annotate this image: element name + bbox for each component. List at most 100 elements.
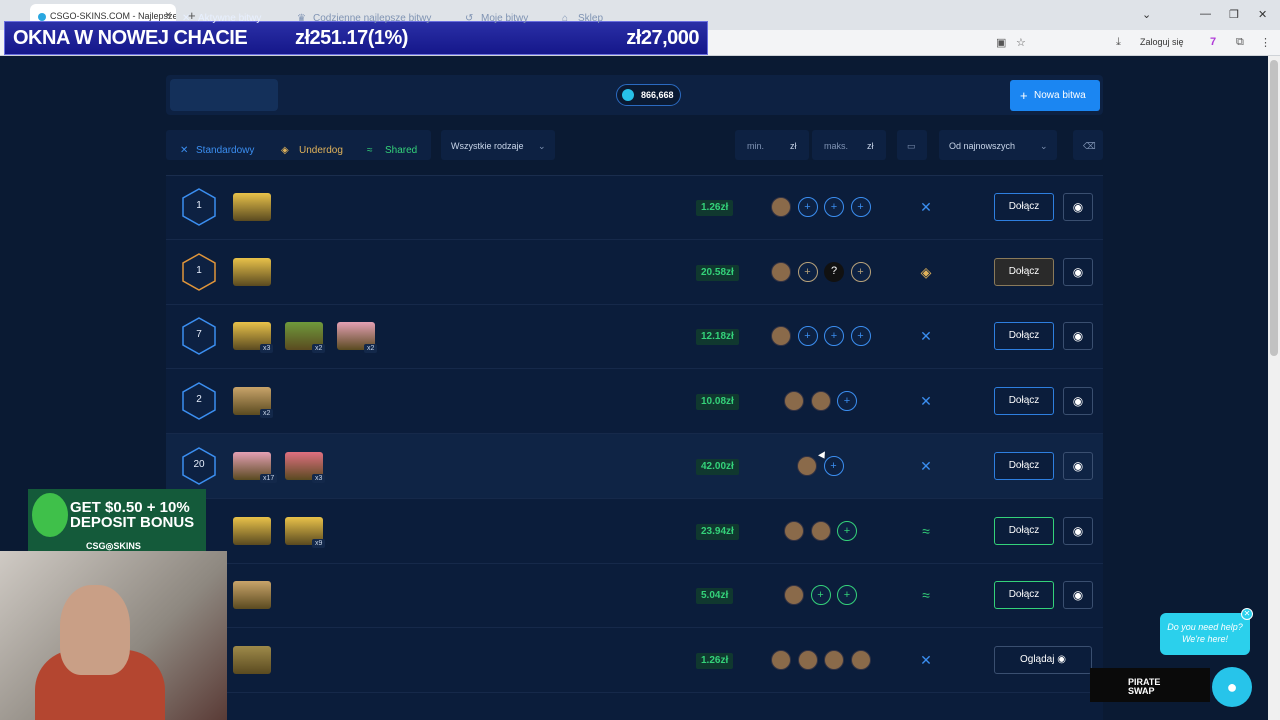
webcam-person-head xyxy=(60,585,130,675)
join-button[interactable]: Dołącz xyxy=(994,581,1054,610)
join-label: Dołącz xyxy=(1008,589,1040,601)
tab-my-battles[interactable]: Moje bitwy xyxy=(481,13,528,24)
player-avatar[interactable] xyxy=(771,649,791,670)
add-player-slot[interactable]: + xyxy=(837,391,857,412)
eye-icon: ◉ xyxy=(1072,264,1084,279)
star-icon[interactable]: ☆ xyxy=(1016,36,1026,49)
player-avatar[interactable] xyxy=(771,261,791,282)
puzzle-icon[interactable]: ⧉ xyxy=(1236,36,1244,49)
add-player-slot[interactable]: + xyxy=(837,520,857,541)
chat-icon[interactable]: ● xyxy=(1212,667,1252,707)
join-button[interactable]: Dołącz xyxy=(994,516,1054,545)
add-player-slot[interactable]: + xyxy=(823,455,844,476)
standard-icon: ✕ xyxy=(180,145,189,156)
battle-row: x9 23.94zł + ≈ Dołącz ◉ xyxy=(166,499,1103,564)
overlay-right-text: zł27,000 xyxy=(626,27,699,49)
player-avatar[interactable] xyxy=(771,197,791,217)
scrollbar-thumb[interactable] xyxy=(1270,60,1278,356)
watch-button[interactable]: Oglądaj ◉ xyxy=(994,645,1092,674)
close-icon[interactable]: ✕ xyxy=(164,10,172,21)
reader-icon[interactable]: ▣ xyxy=(996,36,1006,49)
view-battle-button[interactable]: ◉ xyxy=(1063,193,1093,221)
tab-shop[interactable]: Sklep xyxy=(578,13,603,24)
view-battle-button[interactable]: ◉ xyxy=(1063,451,1093,480)
player-avatar[interactable] xyxy=(797,649,818,670)
join-button[interactable]: Dołącz xyxy=(994,451,1054,480)
help-bubble[interactable]: Do you need help? We're here! xyxy=(1160,613,1250,655)
view-battle-button[interactable]: ◉ xyxy=(1063,257,1093,286)
calendar-icon: ▭ xyxy=(907,141,916,151)
player-avatar[interactable] xyxy=(784,391,804,412)
stream-overlay-banner: OKNA W NOWEJ CHACIE zł251.17(1%) zł27,00… xyxy=(4,21,708,55)
player-avatar[interactable] xyxy=(784,520,804,541)
coins-value: 866,668 xyxy=(641,90,674,100)
rounds-badge: 2 xyxy=(180,382,218,420)
add-player-slot[interactable]: + xyxy=(797,261,818,282)
join-button[interactable]: Dołącz xyxy=(994,322,1054,351)
filter-underdog[interactable]: Underdog xyxy=(299,145,343,156)
player-avatar[interactable] xyxy=(771,326,791,347)
unknown-slot-icon: ? xyxy=(824,261,844,282)
battle-price: 1.26zł xyxy=(696,200,734,216)
rounds-count: 2 xyxy=(196,394,202,406)
pirateswap-logo: PIRATE SWAP xyxy=(1090,668,1210,702)
add-player-slot[interactable]: + xyxy=(797,326,818,347)
extension-icon[interactable]: 7 xyxy=(1210,36,1216,48)
add-player-slot[interactable]: + xyxy=(850,197,871,217)
add-player-slot[interactable]: + xyxy=(824,197,844,217)
battle-price: 42.00zł xyxy=(696,458,739,475)
eye-icon: ◉ xyxy=(1072,523,1084,538)
join-button[interactable]: Dołącz xyxy=(994,387,1054,416)
join-button[interactable]: Dołącz xyxy=(994,257,1054,286)
eye-icon: ◉ xyxy=(1072,458,1084,473)
tab-active-battles[interactable]: Aktywne bitwy xyxy=(198,13,261,24)
menu-icon[interactable]: ⋮ xyxy=(1260,36,1271,49)
add-player-slot[interactable]: + xyxy=(850,261,871,282)
view-battle-button[interactable]: ◉ xyxy=(1063,516,1093,545)
view-battle-button[interactable]: ◉ xyxy=(1063,581,1093,610)
player-avatar[interactable] xyxy=(824,649,844,670)
basket-icon: ⌂ xyxy=(562,13,569,24)
add-player-slot[interactable]: + xyxy=(810,585,831,606)
shared-icon: ≈ xyxy=(367,145,373,156)
join-button[interactable]: Dołącz xyxy=(994,193,1054,221)
login-button[interactable]: Zaloguj się xyxy=(1140,37,1184,47)
battle-price: 12.18zł xyxy=(696,329,739,346)
battle-row: 7 x3 x2 x2 12.18zł + + + ✕ Dołącz ◉ xyxy=(166,304,1103,370)
view-battle-button[interactable]: ◉ xyxy=(1063,387,1093,416)
download-icon[interactable]: ⤓ xyxy=(1116,36,1121,49)
standard-mode-icon: ✕ xyxy=(920,328,932,345)
player-avatar[interactable] xyxy=(810,520,831,541)
add-player-slot[interactable]: + xyxy=(797,197,818,217)
case-multiplier: x3 xyxy=(312,473,326,483)
sort-value: Od najnowszych xyxy=(949,141,1016,151)
add-player-slot[interactable]: + xyxy=(824,326,844,347)
minimize-icon[interactable]: — xyxy=(1200,8,1211,20)
add-player-slot[interactable]: + xyxy=(850,326,871,347)
player-avatar[interactable] xyxy=(810,391,831,412)
new-battle-label: Nowa bitwa xyxy=(1034,90,1086,101)
nav-active-highlight xyxy=(170,79,278,111)
tab-daily-best[interactable]: Codzienne najlepsze bitwy xyxy=(313,13,431,24)
join-label: Dołącz xyxy=(1008,265,1040,277)
player-avatar[interactable] xyxy=(797,455,817,476)
case-multiplier: x3 xyxy=(260,344,274,354)
player-avatar[interactable] xyxy=(784,585,804,606)
player-avatar[interactable] xyxy=(850,649,871,670)
eye-icon: ◉ xyxy=(1072,394,1084,409)
case-multiplier: x2 xyxy=(260,409,274,419)
filter-shared[interactable]: Shared xyxy=(385,145,417,156)
case-multiplier: x2 xyxy=(312,344,326,354)
rounds-badge: 1 xyxy=(180,252,218,291)
chevron-down-icon[interactable]: ⌄ xyxy=(1142,8,1151,21)
maximize-icon[interactable]: ❐ xyxy=(1229,8,1239,21)
shared-mode-icon: ≈ xyxy=(922,587,930,604)
filter-standard[interactable]: Standardowy xyxy=(196,145,254,156)
underdog-mode-icon: ◈ xyxy=(920,263,932,280)
new-battle-button[interactable]: + Nowa bitwa xyxy=(1010,80,1100,111)
add-player-slot[interactable]: + xyxy=(837,585,857,606)
case-image xyxy=(233,581,271,610)
close-icon[interactable]: ✕ xyxy=(1241,608,1253,620)
view-battle-button[interactable]: ◉ xyxy=(1063,322,1093,351)
window-close-icon[interactable]: ✕ xyxy=(1258,8,1267,21)
